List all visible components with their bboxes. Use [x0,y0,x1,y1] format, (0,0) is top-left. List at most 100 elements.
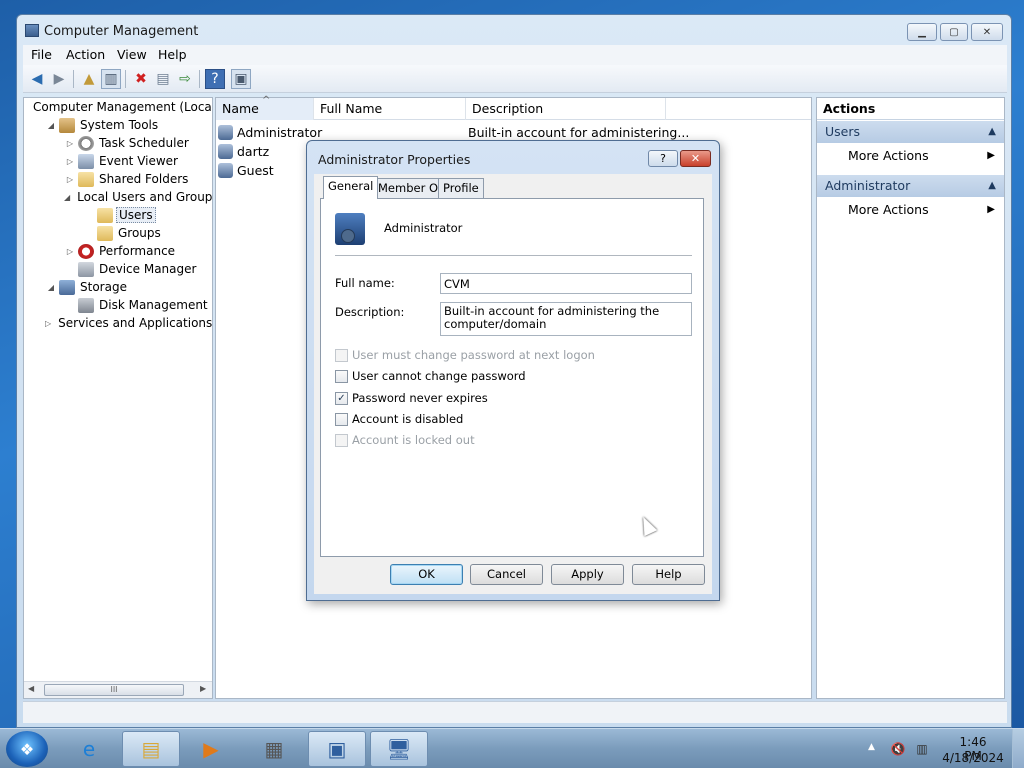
user-account-name: Administrator [384,221,463,235]
network-icon[interactable]: ▥ [914,741,930,757]
show-hide-tree-icon[interactable]: ▥ [101,69,121,89]
title-bar[interactable]: Computer Management ▁ ▢ ✕ [17,15,1011,45]
checkbox-option: User must change password at next logon [335,347,595,363]
tree-item[interactable]: ◢ Storage [26,278,212,296]
tree-item[interactable]: ▷ Event Viewer [26,152,212,170]
taskbar-app-button[interactable]: ▶ [182,731,240,767]
back-arrow-icon[interactable]: ◀ [27,69,47,89]
checkbox-label: User must change password at next logon [352,348,595,362]
checkbox-option[interactable]: User cannot change password [335,368,526,384]
tree-expander-icon[interactable]: ▷ [64,175,76,184]
taskbar-app-button[interactable]: 🖥 [370,731,428,767]
apply-button[interactable]: Apply [551,564,624,585]
tree-item[interactable]: ▷ Task Scheduler [26,134,212,152]
forward-arrow-icon[interactable]: ▶ [49,69,69,89]
delete-icon[interactable]: ✖ [131,69,151,89]
export-list-icon[interactable]: ⇨ [175,69,195,89]
help-icon[interactable]: ? [205,69,225,89]
column-header-name[interactable]: Name ^ [216,95,314,120]
checkbox-option[interactable]: ✓ Password never expires [335,390,488,406]
show-hide-action-pane-icon[interactable]: ▣ [231,69,251,89]
dialog-title: Administrator Properties [318,152,471,167]
more-actions-administrator[interactable]: More Actions ▶ [817,199,1004,221]
tree-item[interactable]: ◢ System Tools [26,116,212,134]
checkbox [335,348,348,362]
cancel-button[interactable]: Cancel [470,564,543,585]
dialog-close-button[interactable]: ✕ [680,150,711,167]
tree-item[interactable]: ▷ Services and Applications [26,314,212,332]
taskbar-app-button[interactable]: ▤ [122,731,180,767]
taskbar-app-button[interactable]: e [60,731,118,767]
start-button[interactable]: ❖ [6,731,48,767]
tab-member-of[interactable]: Member Of [373,178,448,198]
tree-expander-icon[interactable]: ◢ [64,193,70,202]
tab-general[interactable]: General [323,176,379,199]
tree-item[interactable]: Users [26,206,212,224]
tree-item[interactable]: Device Manager [26,260,212,278]
tree-item-label: Device Manager [99,262,197,276]
tree-expander-icon[interactable]: ▷ [64,139,76,148]
column-header-full-name[interactable]: Full Name [314,98,466,120]
scrollbar-thumb[interactable]: III [44,684,184,696]
full-name-field[interactable] [440,273,692,294]
minimize-button[interactable]: ▁ [907,23,937,41]
tree-horizontal-scrollbar[interactable]: ◀ III ▶ [24,681,212,698]
administrator-properties-dialog: Administrator Properties ? ✕ General Mem… [306,140,720,601]
tab-profile[interactable]: Profile [438,178,484,198]
taskbar-app-button[interactable]: ▦ [245,731,303,767]
list-row-guest[interactable]: Guest [218,161,274,180]
tree-item[interactable]: Groups [26,224,212,242]
list-row-dartz[interactable]: dartz [218,142,269,161]
clock-date[interactable]: 4/18/2024 [940,751,1006,765]
menu-view[interactable]: View [117,47,147,62]
menu-help[interactable]: Help [158,47,187,62]
more-actions-label: More Actions [848,148,929,163]
tree-item[interactable]: Computer Management (Local [26,98,212,116]
show-desktop-button[interactable] [1012,729,1024,768]
menu-action[interactable]: Action [66,47,105,62]
user-icon [218,163,233,178]
volume-muted-icon[interactable]: 🔇 [890,741,906,757]
toolbar-separator [73,70,74,88]
up-folder-icon[interactable]: ▲ [79,69,99,89]
event-viewer-icon [78,153,94,169]
maximize-button[interactable]: ▢ [940,23,968,41]
dialog-help-button[interactable]: ? [648,150,678,167]
collapse-icon[interactable]: ▲ [988,121,996,143]
file-explorer-icon: ▤ [141,737,161,761]
taskbar-app-button[interactable]: ▣ [308,731,366,767]
checkbox[interactable] [335,369,348,383]
tree-item[interactable]: ▷ Shared Folders [26,170,212,188]
tree-item[interactable]: ◢ Local Users and Groups [26,188,212,206]
show-hidden-icons-button[interactable]: ▲ [868,742,875,752]
close-button[interactable]: ✕ [971,23,1003,41]
checkbox-option[interactable]: Account is disabled [335,411,463,427]
checkbox-label: User cannot change password [352,369,526,383]
description-field[interactable]: Built-in account for administering the c… [440,302,692,336]
scroll-right-arrow-icon[interactable]: ▶ [200,684,206,693]
checkbox-label: Account is disabled [352,412,464,426]
tree-expander-icon[interactable]: ▷ [45,319,51,328]
collapse-icon[interactable]: ▲ [988,175,996,197]
tree-item[interactable]: Disk Management [26,296,212,314]
internet-explorer-icon: e [82,737,96,761]
properties-icon[interactable]: ▤ [153,69,173,89]
menu-file[interactable]: File [31,47,52,62]
more-actions-users[interactable]: More Actions ▶ [817,145,1004,167]
tree-expander-icon[interactable]: ▷ [64,157,76,166]
checkbox[interactable] [335,412,348,426]
tree-expander-icon[interactable]: ▷ [64,247,76,256]
actions-section-users[interactable]: Users ▲ [817,121,1004,143]
tree-expander-icon[interactable]: ◢ [45,283,57,292]
actions-section-administrator[interactable]: Administrator ▲ [817,175,1004,197]
tree-expander-icon[interactable]: ◢ [45,121,57,130]
column-header-description[interactable]: Description [466,98,666,120]
tree-item[interactable]: ▷ Performance [26,242,212,260]
help-button[interactable]: Help [632,564,705,585]
scroll-left-arrow-icon[interactable]: ◀ [28,684,34,693]
checkbox-checked[interactable]: ✓ [335,391,348,405]
toolbar: ◀ ▶ ▲ ▥ ✖ ▤ ⇨ ? ▣ [23,65,1007,93]
tree-item-label: Users [116,207,156,223]
actions-pane: Actions Users ▲ More Actions ▶ Administr… [816,97,1005,699]
ok-button[interactable]: OK [390,564,463,585]
